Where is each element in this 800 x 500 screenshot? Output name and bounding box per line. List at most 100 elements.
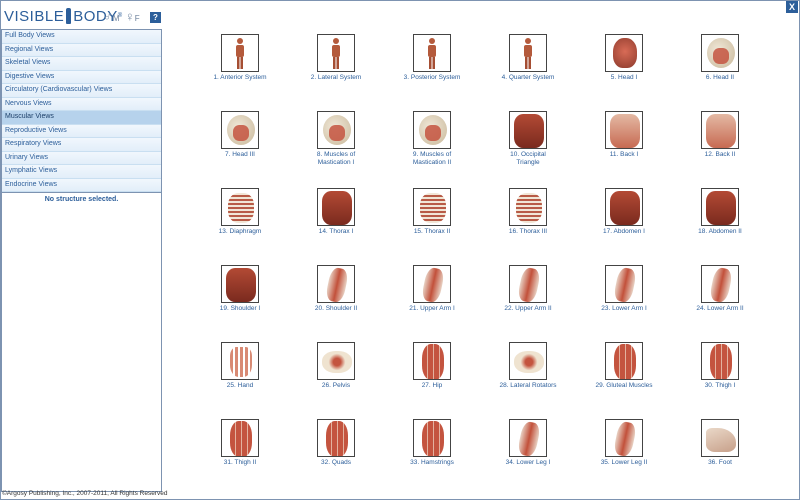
view-label[interactable]: 31. Thigh II [210, 459, 270, 467]
view-label[interactable]: 19. Shoulder I [210, 305, 270, 313]
view-label[interactable]: 24. Lower Arm II [690, 305, 750, 313]
view-thumbnail[interactable] [413, 342, 451, 380]
view-tile[interactable]: 31. Thigh II [192, 419, 288, 496]
view-label[interactable]: 10. Occipital Triangle [498, 151, 558, 167]
sidebar-item-circulatory-cardiovascular-views[interactable]: Circulatory (Cardiovascular) Views [2, 84, 161, 98]
view-label[interactable]: 23. Lower Arm I [594, 305, 654, 313]
sidebar-item-full-body-views[interactable]: Full Body Views [2, 30, 161, 44]
help-button[interactable]: ? [150, 12, 161, 23]
view-thumbnail[interactable] [509, 111, 547, 149]
view-thumbnail[interactable] [605, 265, 643, 303]
view-label[interactable]: 4. Quarter System [498, 74, 558, 82]
view-thumbnail[interactable] [317, 342, 355, 380]
sidebar-item-reproductive-views[interactable]: Reproductive Views [2, 124, 161, 138]
sidebar-item-urinary-views[interactable]: Urinary Views [2, 151, 161, 165]
view-thumbnail[interactable] [413, 265, 451, 303]
view-label[interactable]: 13. Diaphragm [210, 228, 270, 236]
view-tile[interactable]: 26. Pelvis [288, 342, 384, 419]
view-thumbnail[interactable] [221, 342, 259, 380]
view-label[interactable]: 11. Back I [594, 151, 654, 159]
view-thumbnail[interactable] [221, 111, 259, 149]
female-toggle[interactable]: ♀F [125, 9, 140, 24]
view-label[interactable]: 34. Lower Leg I [498, 459, 558, 467]
view-thumbnail[interactable] [701, 34, 739, 72]
view-tile[interactable]: 36. Foot [672, 419, 768, 496]
view-label[interactable]: 32. Quads [306, 459, 366, 467]
view-tile[interactable]: 15. Thorax II [384, 188, 480, 265]
view-label[interactable]: 25. Hand [210, 382, 270, 390]
view-thumbnail[interactable] [413, 111, 451, 149]
view-label[interactable]: 29. Gluteal Muscles [594, 382, 654, 390]
sidebar-item-regional-views[interactable]: Regional Views [2, 43, 161, 57]
view-label[interactable]: 21. Upper Arm I [402, 305, 462, 313]
view-thumbnail[interactable] [509, 419, 547, 457]
view-thumbnail[interactable] [605, 188, 643, 226]
view-thumbnail[interactable] [701, 419, 739, 457]
view-tile[interactable]: 16. Thorax III [480, 188, 576, 265]
view-tile[interactable]: 32. Quads [288, 419, 384, 496]
view-tile[interactable]: 2. Lateral System [288, 34, 384, 111]
view-label[interactable]: 5. Head I [594, 74, 654, 82]
sidebar-item-muscular-views[interactable]: Muscular Views [2, 111, 161, 125]
view-thumbnail[interactable] [605, 342, 643, 380]
view-thumbnail[interactable] [509, 265, 547, 303]
view-label[interactable]: 1. Anterior System [210, 74, 270, 82]
view-label[interactable]: 35. Lower Leg II [594, 459, 654, 467]
view-tile[interactable]: 9. Muscles of Mastication II [384, 111, 480, 188]
view-thumbnail[interactable] [605, 111, 643, 149]
view-label[interactable]: 9. Muscles of Mastication II [402, 151, 462, 167]
view-tile[interactable]: 30. Thigh I [672, 342, 768, 419]
view-label[interactable]: 8. Muscles of Mastication I [306, 151, 366, 167]
view-thumbnail[interactable] [413, 34, 451, 72]
view-tile[interactable]: 27. Hip [384, 342, 480, 419]
view-thumbnail[interactable] [509, 34, 547, 72]
sidebar-item-nervous-views[interactable]: Nervous Views [2, 97, 161, 111]
view-tile[interactable]: 1. Anterior System [192, 34, 288, 111]
view-tile[interactable]: 7. Head III [192, 111, 288, 188]
view-thumbnail[interactable] [509, 342, 547, 380]
view-thumbnail[interactable] [221, 419, 259, 457]
view-label[interactable]: 26. Pelvis [306, 382, 366, 390]
view-label[interactable]: 36. Foot [690, 459, 750, 467]
sidebar-item-skeletal-views[interactable]: Skeletal Views [2, 57, 161, 71]
view-thumbnail[interactable] [413, 188, 451, 226]
view-tile[interactable]: 17. Abdomen I [576, 188, 672, 265]
view-tile[interactable]: 6. Head II [672, 34, 768, 111]
view-thumbnail[interactable] [317, 419, 355, 457]
view-tile[interactable]: 11. Back I [576, 111, 672, 188]
view-label[interactable]: 6. Head II [690, 74, 750, 82]
sidebar-item-lymphatic-views[interactable]: Lymphatic Views [2, 165, 161, 179]
view-tile[interactable]: 10. Occipital Triangle [480, 111, 576, 188]
view-tile[interactable]: 13. Diaphragm [192, 188, 288, 265]
view-thumbnail[interactable] [317, 188, 355, 226]
view-label[interactable]: 15. Thorax II [402, 228, 462, 236]
view-label[interactable]: 16. Thorax III [498, 228, 558, 236]
view-thumbnail[interactable] [605, 34, 643, 72]
view-tile[interactable]: 22. Upper Arm II [480, 265, 576, 342]
view-label[interactable]: 14. Thorax I [306, 228, 366, 236]
view-tile[interactable]: 8. Muscles of Mastication I [288, 111, 384, 188]
view-thumbnail[interactable] [509, 188, 547, 226]
view-thumbnail[interactable] [701, 265, 739, 303]
view-tile[interactable]: 4. Quarter System [480, 34, 576, 111]
sidebar-item-respiratory-views[interactable]: Respiratory Views [2, 138, 161, 152]
view-label[interactable]: 17. Abdomen I [594, 228, 654, 236]
sidebar-item-digestive-views[interactable]: Digestive Views [2, 70, 161, 84]
view-tile[interactable]: 28. Lateral Rotators [480, 342, 576, 419]
view-thumbnail[interactable] [701, 342, 739, 380]
view-label[interactable]: 12. Back II [690, 151, 750, 159]
view-label[interactable]: 27. Hip [402, 382, 462, 390]
view-label[interactable]: 18. Abdomen II [690, 228, 750, 236]
view-tile[interactable]: 34. Lower Leg I [480, 419, 576, 496]
view-tile[interactable]: 25. Hand [192, 342, 288, 419]
view-thumbnail[interactable] [317, 34, 355, 72]
view-tile[interactable]: 21. Upper Arm I [384, 265, 480, 342]
view-thumbnail[interactable] [221, 34, 259, 72]
male-toggle[interactable]: ♂M [103, 9, 119, 24]
view-thumbnail[interactable] [701, 188, 739, 226]
view-tile[interactable]: 14. Thorax I [288, 188, 384, 265]
sidebar-item-endocrine-views[interactable]: Endocrine Views [2, 178, 161, 192]
view-tile[interactable]: 35. Lower Leg II [576, 419, 672, 496]
view-thumbnail[interactable] [317, 265, 355, 303]
view-label[interactable]: 33. Hamstrings [402, 459, 462, 467]
